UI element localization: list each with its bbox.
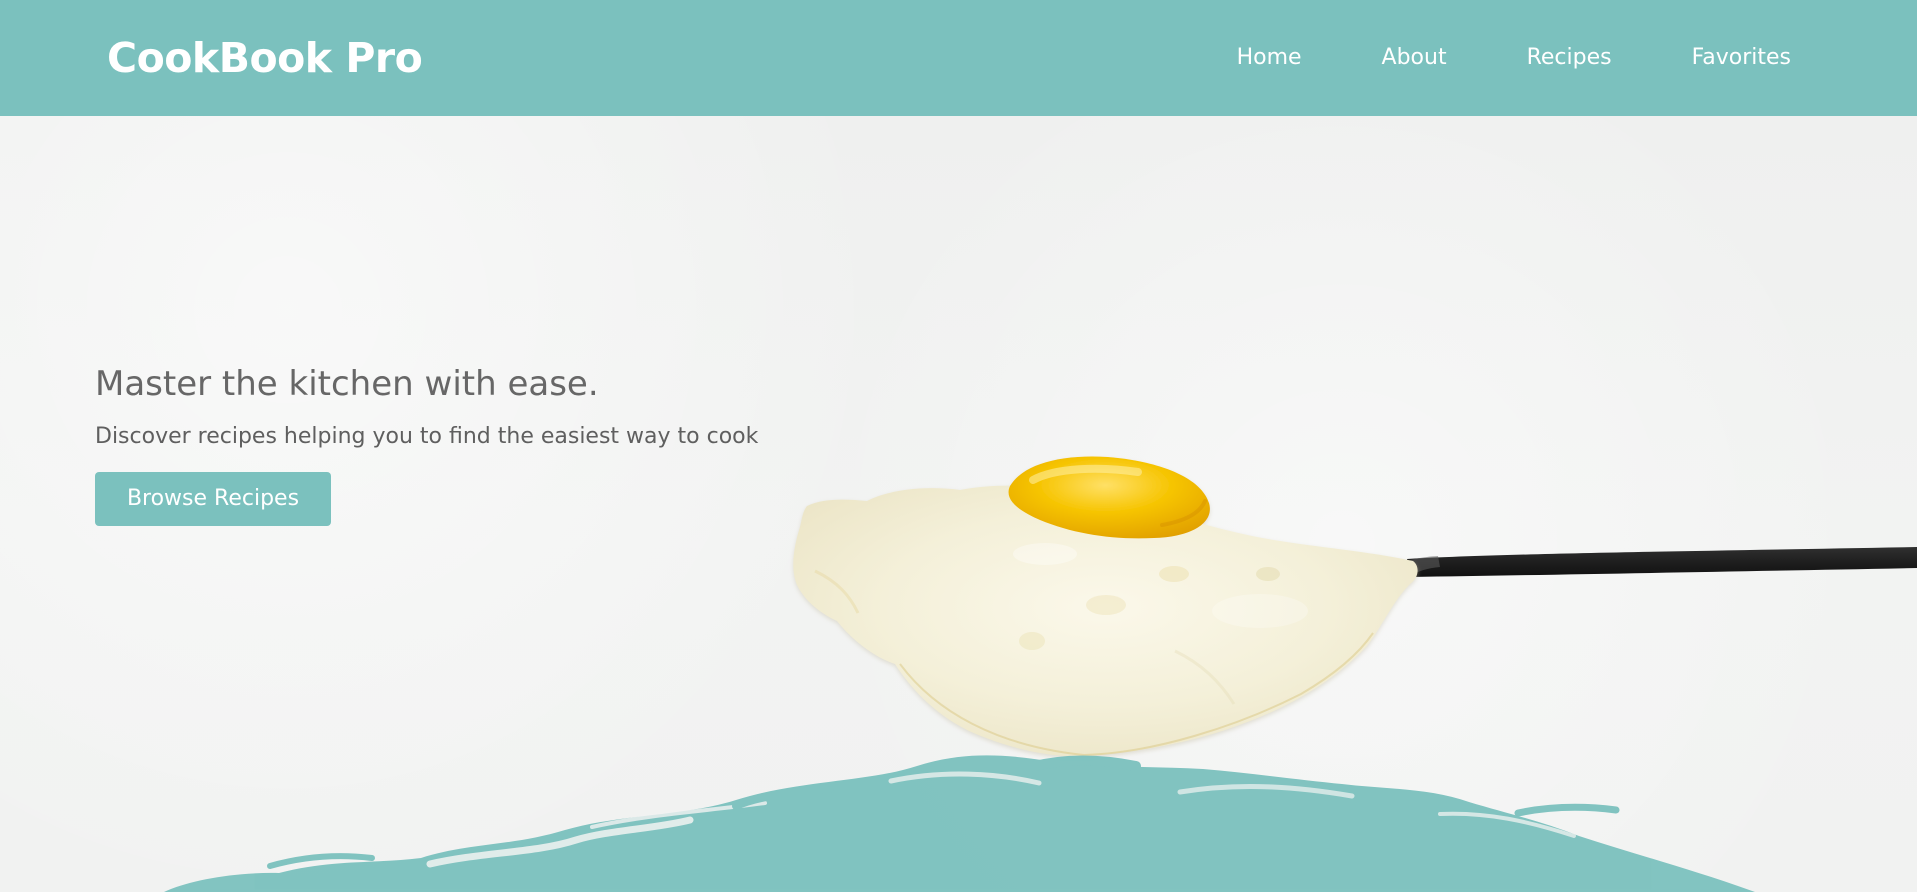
- nav-recipes[interactable]: Recipes: [1527, 47, 1612, 69]
- spoon-handle-icon: [1402, 547, 1917, 577]
- fried-egg-icon: [793, 456, 1418, 757]
- brand-logo[interactable]: CookBook Pro: [107, 37, 423, 79]
- nav-home[interactable]: Home: [1237, 47, 1302, 69]
- hero-title: Master the kitchen with ease.: [95, 364, 599, 404]
- nav-favorites[interactable]: Favorites: [1692, 47, 1791, 69]
- browse-recipes-button[interactable]: Browse Recipes: [95, 472, 331, 527]
- hero-copy: Master the kitchen with ease. Discover r…: [95, 364, 815, 527]
- site-header: CookBook Pro Home About Recipes Favorite…: [0, 0, 1917, 116]
- hero-section: Master the kitchen with ease. Discover r…: [0, 116, 1917, 892]
- main-navigation: Home About Recipes Favorites: [1237, 47, 1791, 69]
- nav-about[interactable]: About: [1382, 47, 1447, 69]
- brush-stroke-decoration: [164, 755, 1755, 892]
- hero-subtitle: Discover recipes helping you to find the…: [95, 423, 759, 449]
